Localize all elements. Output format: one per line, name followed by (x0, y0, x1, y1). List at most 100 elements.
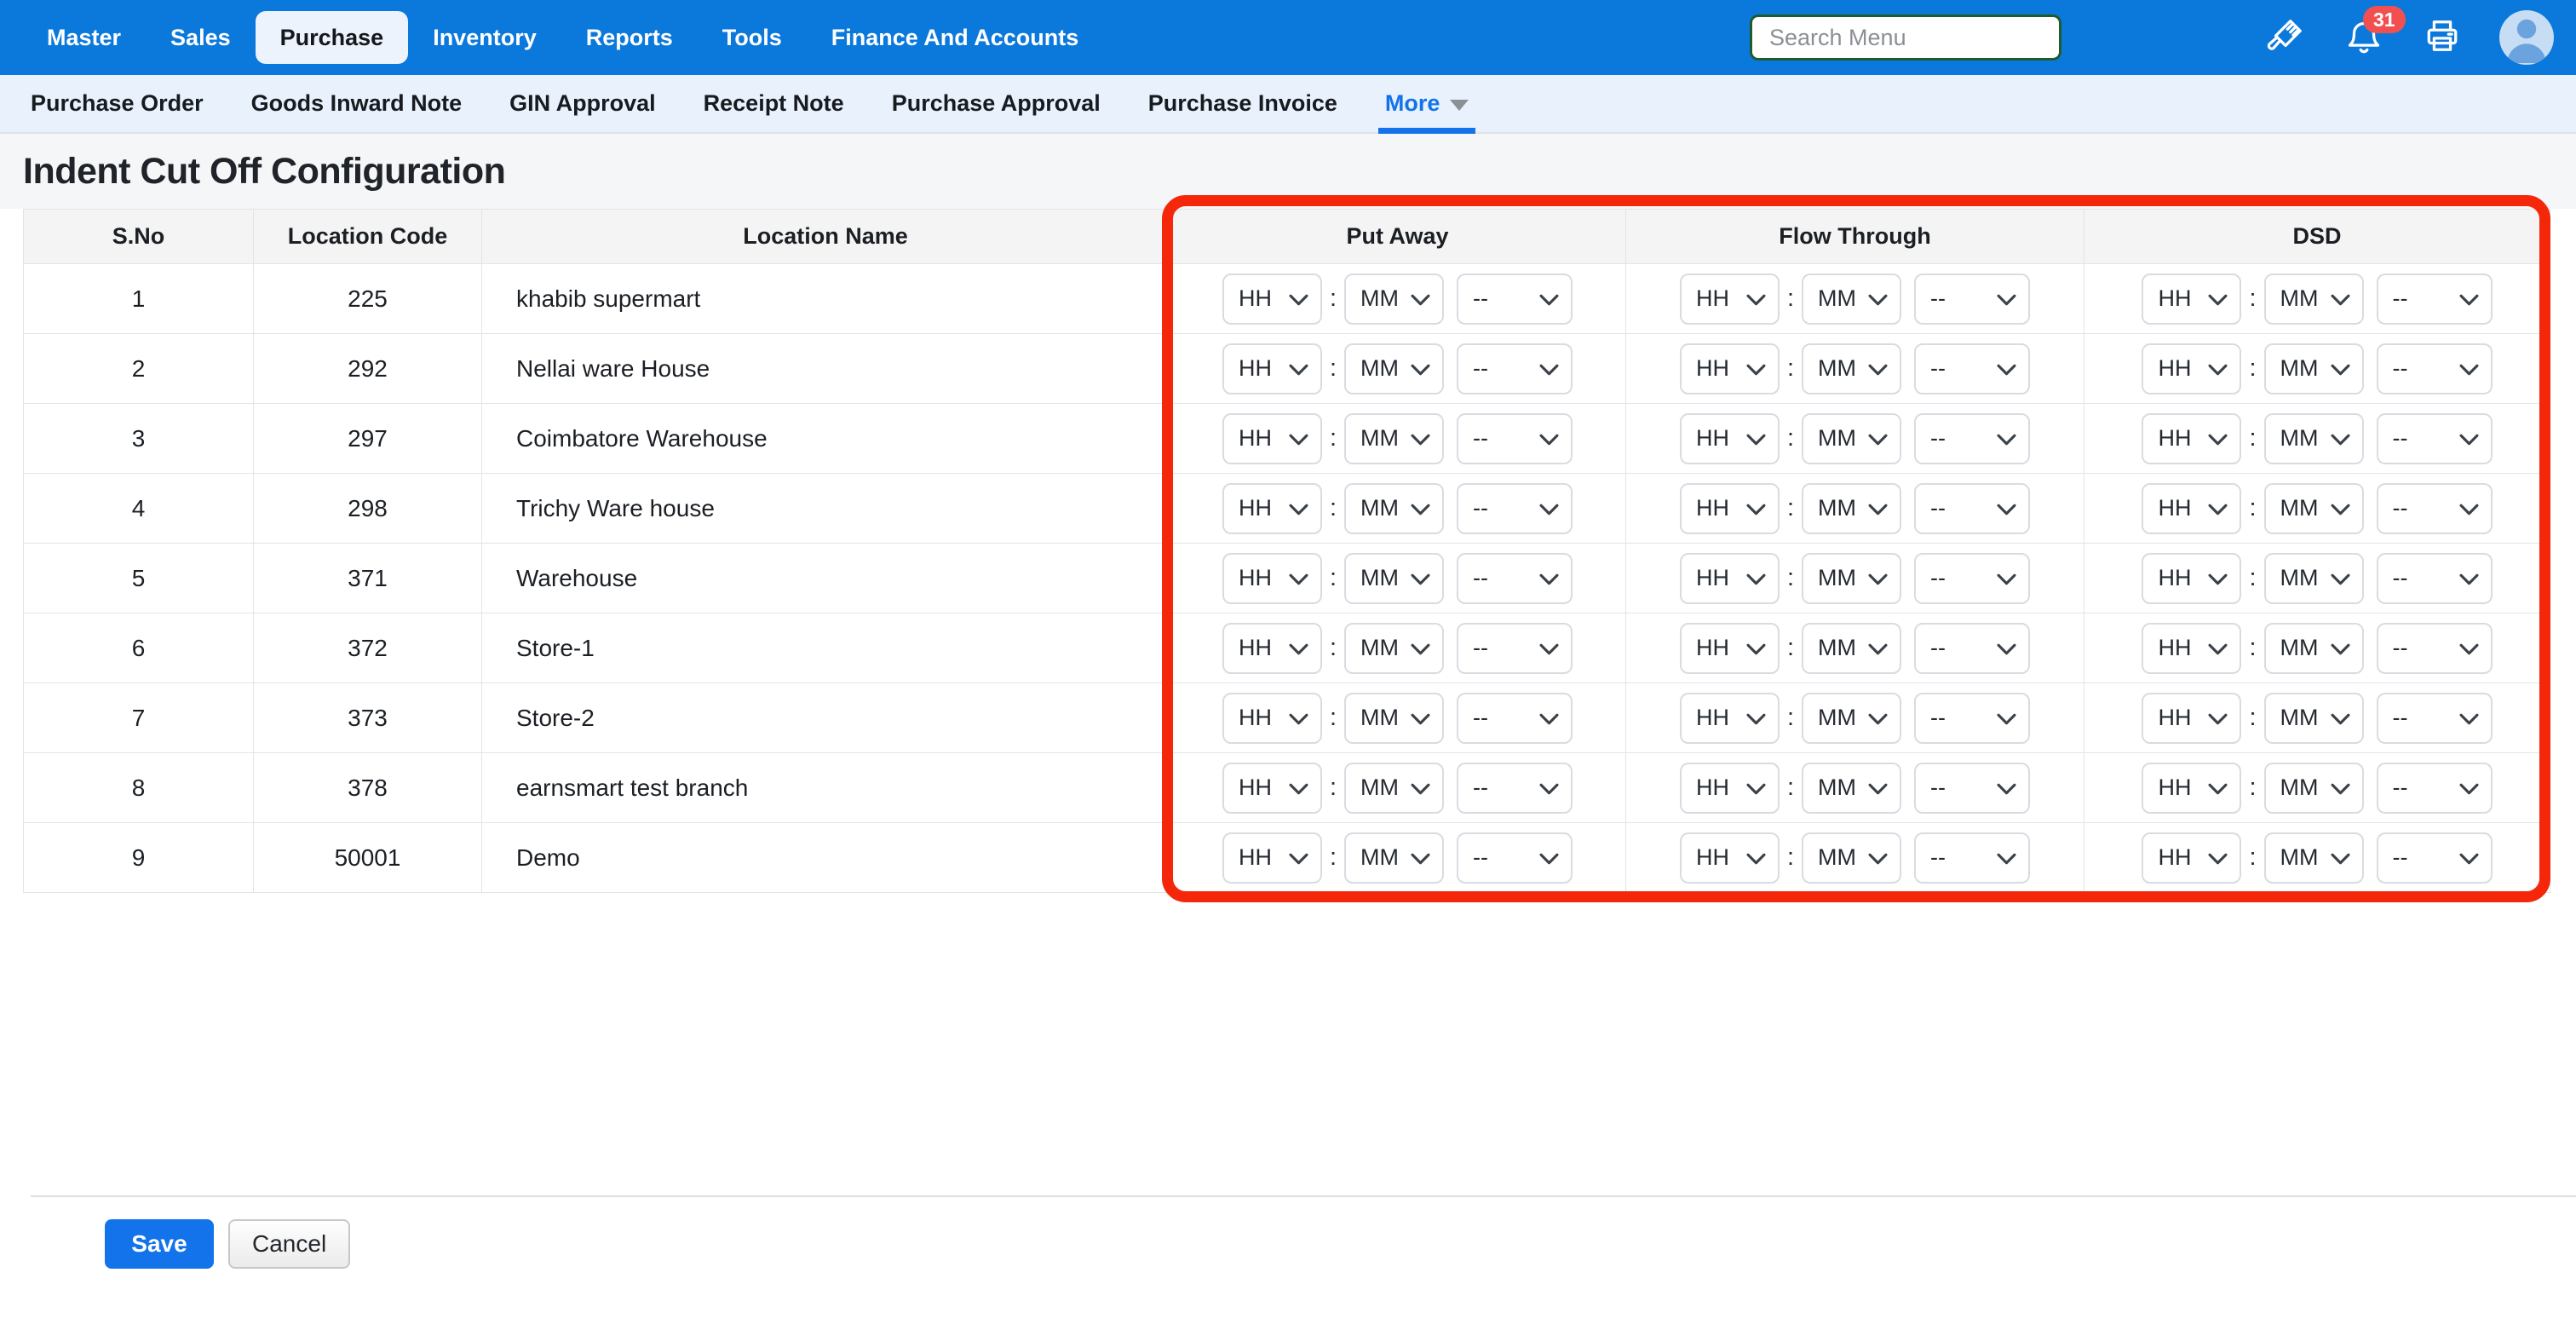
dsd-meridiem-select[interactable]: -- (2377, 343, 2493, 394)
flow-through-hour-select[interactable]: HH (1680, 693, 1780, 744)
flow-through-meridiem-select[interactable]: -- (1914, 274, 2030, 325)
flow-through-hour-select[interactable]: HH (1680, 343, 1780, 394)
dsd-meridiem-select[interactable]: -- (2377, 553, 2493, 604)
dsd-hour-select[interactable]: HH (2142, 413, 2241, 464)
dsd-meridiem-select[interactable]: -- (2377, 623, 2493, 674)
flow-through-hour-select[interactable]: HH (1680, 553, 1780, 604)
dsd-hour-select[interactable]: HH (2142, 343, 2241, 394)
flow-through-meridiem-select[interactable]: -- (1914, 483, 2030, 534)
put-away-meridiem-select[interactable]: -- (1457, 763, 1573, 814)
dsd-minute-select[interactable]: MM (2264, 763, 2364, 814)
flow-through-meridiem-select[interactable]: -- (1914, 553, 2030, 604)
dsd-meridiem-select[interactable]: -- (2377, 693, 2493, 744)
tab-receipt-note[interactable]: Receipt Note (680, 75, 868, 132)
tab-purchase-order[interactable]: Purchase Order (7, 75, 227, 132)
flow-through-minute-select[interactable]: MM (1802, 623, 1901, 674)
flow-through-hour-select[interactable]: HH (1680, 832, 1780, 884)
put-away-meridiem-select[interactable]: -- (1457, 413, 1573, 464)
tab-gin-approval[interactable]: GIN Approval (486, 75, 680, 132)
notifications-button[interactable]: 31 (2343, 16, 2385, 59)
print-button[interactable] (2421, 16, 2464, 59)
put-away-hour-select[interactable]: HH (1222, 343, 1322, 394)
dsd-minute-select[interactable]: MM (2264, 553, 2364, 604)
put-away-minute-select[interactable]: MM (1344, 483, 1444, 534)
dsd-minute-select[interactable]: MM (2264, 274, 2364, 325)
flow-through-meridiem-select[interactable]: -- (1914, 763, 2030, 814)
flow-through-minute-select[interactable]: MM (1802, 413, 1901, 464)
put-away-hour-select[interactable]: HH (1222, 623, 1322, 674)
dsd-meridiem-select[interactable]: -- (2377, 763, 2493, 814)
put-away-meridiem-select[interactable]: -- (1457, 483, 1573, 534)
tab-goods-inward-note[interactable]: Goods Inward Note (227, 75, 486, 132)
save-button[interactable]: Save (105, 1219, 214, 1269)
put-away-hour-select[interactable]: HH (1222, 832, 1322, 884)
nav-item-sales[interactable]: Sales (146, 11, 256, 64)
flow-through-minute-select[interactable]: MM (1802, 274, 1901, 325)
dsd-minute-select[interactable]: MM (2264, 343, 2364, 394)
tab-more[interactable]: More (1361, 75, 1493, 132)
put-away-meridiem-select[interactable]: -- (1457, 343, 1573, 394)
flow-through-minute-select[interactable]: MM (1802, 763, 1901, 814)
nav-item-inventory[interactable]: Inventory (408, 11, 561, 64)
dsd-hour-select[interactable]: HH (2142, 553, 2241, 604)
theme-brush-button[interactable] (2264, 16, 2307, 59)
cancel-button[interactable]: Cancel (228, 1219, 350, 1269)
dsd-hour-select[interactable]: HH (2142, 763, 2241, 814)
put-away-minute-select[interactable]: MM (1344, 553, 1444, 604)
dsd-meridiem-select[interactable]: -- (2377, 483, 2493, 534)
put-away-minute-select[interactable]: MM (1344, 623, 1444, 674)
flow-through-meridiem-select[interactable]: -- (1914, 832, 2030, 884)
flow-through-meridiem-select[interactable]: -- (1914, 343, 2030, 394)
search-input[interactable] (1750, 14, 2061, 60)
dsd-hour-select[interactable]: HH (2142, 623, 2241, 674)
dsd-hour-select[interactable]: HH (2142, 483, 2241, 534)
tab-purchase-approval[interactable]: Purchase Approval (868, 75, 1124, 132)
put-away-minute-select[interactable]: MM (1344, 413, 1444, 464)
flow-through-meridiem-select[interactable]: -- (1914, 623, 2030, 674)
put-away-meridiem-select[interactable]: -- (1457, 274, 1573, 325)
nav-item-tools[interactable]: Tools (698, 11, 807, 64)
put-away-minute-select[interactable]: MM (1344, 832, 1444, 884)
dsd-meridiem-select[interactable]: -- (2377, 413, 2493, 464)
dsd-minute-select[interactable]: MM (2264, 693, 2364, 744)
dsd-hour-select[interactable]: HH (2142, 693, 2241, 744)
put-away-minute-select[interactable]: MM (1344, 693, 1444, 744)
user-avatar[interactable] (2499, 10, 2554, 65)
dsd-hour-select[interactable]: HH (2142, 832, 2241, 884)
put-away-meridiem-select[interactable]: -- (1457, 623, 1573, 674)
nav-item-finance-and-accounts[interactable]: Finance And Accounts (807, 11, 1104, 64)
nav-item-purchase[interactable]: Purchase (256, 11, 409, 64)
put-away-hour-select[interactable]: HH (1222, 413, 1322, 464)
flow-through-meridiem-select[interactable]: -- (1914, 693, 2030, 744)
put-away-minute-select[interactable]: MM (1344, 763, 1444, 814)
put-away-meridiem-select[interactable]: -- (1457, 832, 1573, 884)
flow-through-hour-select[interactable]: HH (1680, 763, 1780, 814)
flow-through-minute-select[interactable]: MM (1802, 832, 1901, 884)
put-away-minute-select[interactable]: MM (1344, 274, 1444, 325)
dsd-hour-select[interactable]: HH (2142, 274, 2241, 325)
flow-through-hour-select[interactable]: HH (1680, 483, 1780, 534)
flow-through-meridiem-select[interactable]: -- (1914, 413, 2030, 464)
dsd-meridiem-select[interactable]: -- (2377, 832, 2493, 884)
flow-through-minute-select[interactable]: MM (1802, 483, 1901, 534)
dsd-minute-select[interactable]: MM (2264, 413, 2364, 464)
put-away-hour-select[interactable]: HH (1222, 763, 1322, 814)
dsd-minute-select[interactable]: MM (2264, 623, 2364, 674)
flow-through-hour-select[interactable]: HH (1680, 623, 1780, 674)
flow-through-minute-select[interactable]: MM (1802, 693, 1901, 744)
flow-through-hour-select[interactable]: HH (1680, 274, 1780, 325)
put-away-hour-select[interactable]: HH (1222, 693, 1322, 744)
nav-item-reports[interactable]: Reports (561, 11, 698, 64)
put-away-hour-select[interactable]: HH (1222, 553, 1322, 604)
put-away-hour-select[interactable]: HH (1222, 483, 1322, 534)
put-away-meridiem-select[interactable]: -- (1457, 553, 1573, 604)
tab-purchase-invoice[interactable]: Purchase Invoice (1124, 75, 1361, 132)
dsd-minute-select[interactable]: MM (2264, 483, 2364, 534)
flow-through-minute-select[interactable]: MM (1802, 553, 1901, 604)
put-away-minute-select[interactable]: MM (1344, 343, 1444, 394)
nav-item-master[interactable]: Master (22, 11, 146, 64)
flow-through-minute-select[interactable]: MM (1802, 343, 1901, 394)
dsd-meridiem-select[interactable]: -- (2377, 274, 2493, 325)
dsd-minute-select[interactable]: MM (2264, 832, 2364, 884)
put-away-meridiem-select[interactable]: -- (1457, 693, 1573, 744)
